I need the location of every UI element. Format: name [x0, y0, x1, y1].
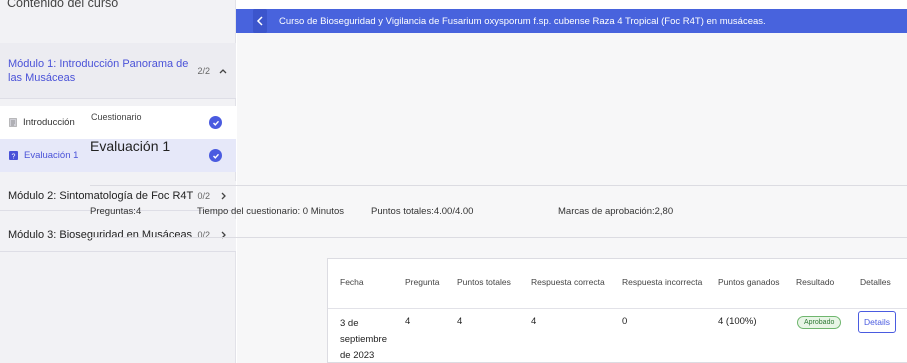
module-2-title: Módulo 2: Sintomatología de Foc R4T	[8, 189, 194, 202]
course-sidebar: Contenido del curso Módulo 1: Introducci…	[0, 0, 236, 363]
module-3-title: Módulo 3: Bioseguridad en Musáceas	[8, 229, 193, 241]
quiz-icon: ?	[9, 151, 18, 160]
question-cell: 4	[405, 316, 411, 327]
lesson-introduccion[interactable]: Introducción	[0, 106, 236, 139]
sidebar-title: Contenido del curso	[7, 0, 119, 10]
chevron-up-icon	[219, 68, 227, 73]
chevron-right-icon	[221, 192, 226, 199]
quiz-type-label: Cuestionario	[91, 112, 142, 122]
column-header: Respuesta correcta	[531, 277, 605, 287]
svg-text:?: ?	[12, 153, 16, 160]
completed-check-icon	[209, 149, 222, 162]
column-header: Puntos totales	[457, 277, 511, 287]
module-3-header[interactable]: Módulo 3: Bioseguridad en Musáceas 0/2	[0, 219, 236, 252]
quiz-title: Evaluación 1	[90, 138, 171, 154]
module-1-header[interactable]: Módulo 1: Introducción Panorama de las M…	[0, 43, 236, 99]
column-header: Pregunta	[405, 277, 440, 287]
details-button[interactable]: Details	[858, 311, 896, 333]
completed-check-icon	[209, 116, 222, 129]
earned-cell: 4 (100%)	[718, 316, 757, 327]
pass-marks-stat: Marcas de aprobación:2,80	[558, 206, 674, 217]
module-2-progress: 0/2	[197, 190, 210, 201]
incorrect-cell: 0	[622, 316, 628, 327]
column-header: Detalles	[860, 277, 891, 287]
module-3-progress: 0/2	[197, 230, 210, 240]
column-header: Resultado	[796, 277, 835, 287]
column-header: Fecha	[340, 277, 364, 287]
back-button[interactable]	[253, 9, 267, 33]
chevron-left-icon	[256, 16, 263, 26]
divider	[90, 185, 907, 186]
correct-cell: 4	[531, 316, 537, 327]
course-header-bar: Curso de Bioseguridad y Vigilancia de Fu…	[236, 9, 907, 33]
result-badge: Aprobado	[797, 316, 842, 329]
total-points-cell: 4	[457, 316, 463, 327]
time-stat: Tiempo del cuestionario: 0 Minutos	[197, 206, 344, 217]
results-table: Fecha Pregunta Puntos totales Respuesta …	[327, 258, 907, 363]
points-stat: Puntos totales:4.00/4.00	[371, 206, 474, 217]
column-header: Respuesta incorrecta	[622, 277, 703, 287]
course-title: Curso de Bioseguridad y Vigilancia de Fu…	[279, 15, 766, 27]
divider	[90, 237, 907, 238]
chevron-right-icon	[221, 231, 226, 239]
module-1-progress: 2/2	[197, 65, 210, 76]
questions-stat: Preguntas:4	[90, 206, 142, 217]
date-cell: 3 de septiembre de 2023	[340, 318, 387, 361]
document-icon	[9, 118, 17, 127]
column-header: Puntos ganados	[718, 277, 780, 287]
header-divider	[328, 308, 907, 309]
module-1-title: Módulo 1: Introducción Panorama de las M…	[8, 57, 189, 84]
